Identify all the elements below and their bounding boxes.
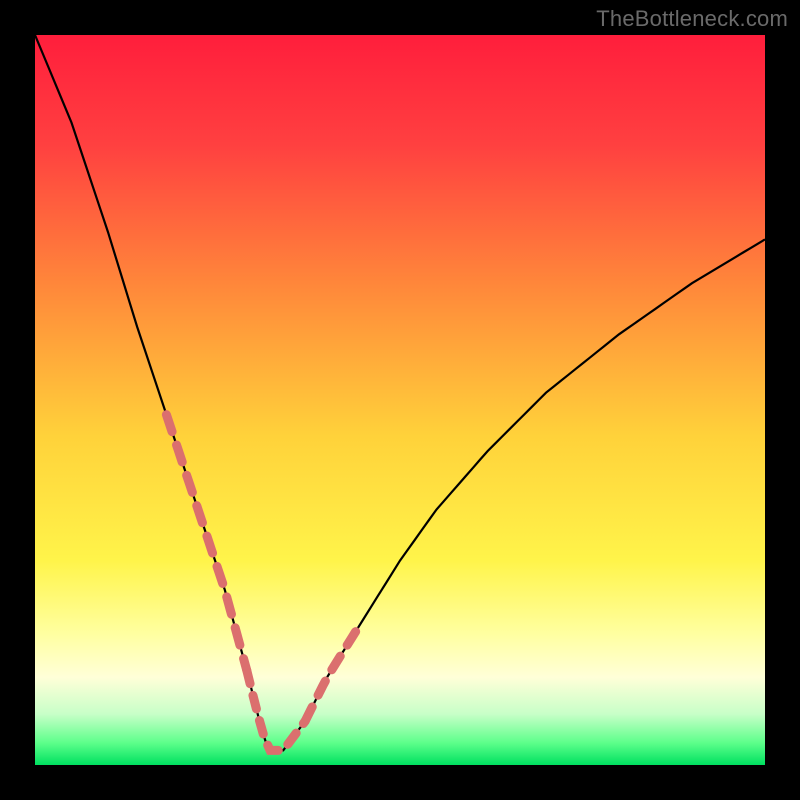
plot-area (35, 35, 765, 765)
chart-frame: TheBottleneck.com (0, 0, 800, 800)
bottleneck-curve (35, 35, 765, 750)
dash-right (305, 631, 356, 722)
dash-left (166, 415, 246, 670)
watermark-text: TheBottleneck.com (596, 6, 788, 32)
curve-layer (35, 35, 765, 765)
dash-bottom (247, 670, 305, 750)
